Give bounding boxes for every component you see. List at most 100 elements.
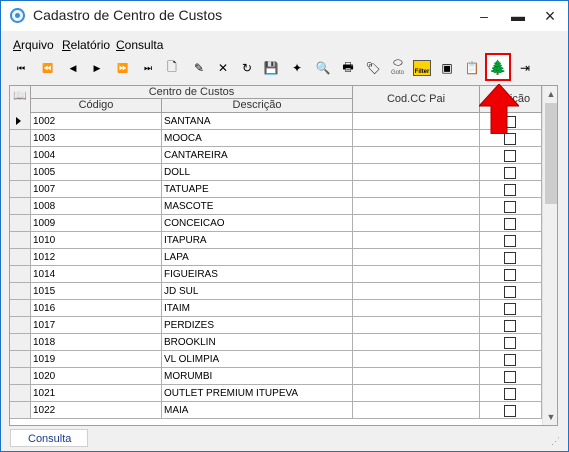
table-row[interactable]: 1014 FIGUEIRAS <box>10 266 542 283</box>
table-row[interactable]: 1018 BROOKLIN <box>10 334 542 351</box>
cell-cod-cc-pai[interactable] <box>353 300 480 317</box>
cell-codigo[interactable]: 1020 <box>31 368 162 385</box>
scroll-up-icon[interactable]: ▲ <box>543 86 557 102</box>
posicao-checkbox[interactable] <box>504 252 516 264</box>
cell-codigo[interactable]: 1019 <box>31 351 162 368</box>
cell-codigo[interactable]: 1005 <box>31 164 162 181</box>
cell-cod-cc-pai[interactable] <box>353 334 480 351</box>
table-row[interactable]: 1016 ITAIM <box>10 300 542 317</box>
goto-button[interactable]: ⬭ Goto <box>387 57 409 78</box>
cell-descricao[interactable]: SANTANA <box>162 113 353 130</box>
cell-codigo[interactable]: 1003 <box>31 130 162 147</box>
wand-icon[interactable]: ✦ <box>286 58 308 78</box>
posicao-checkbox[interactable] <box>504 269 516 281</box>
cell-descricao[interactable]: VL OLIMPIA <box>162 351 353 368</box>
row-indicator[interactable] <box>10 402 31 419</box>
cell-codigo[interactable]: 1012 <box>31 249 162 266</box>
row-indicator[interactable] <box>10 283 31 300</box>
row-indicator[interactable] <box>10 164 31 181</box>
posicao-checkbox[interactable] <box>504 320 516 332</box>
table-row[interactable]: 1012 LAPA <box>10 249 542 266</box>
cell-posicao[interactable] <box>480 334 542 351</box>
posicao-checkbox[interactable] <box>504 218 516 230</box>
cell-codigo[interactable]: 1007 <box>31 181 162 198</box>
resize-grip-icon[interactable]: ⋰ <box>551 436 561 446</box>
menu-arquivo[interactable]: Arquivo <box>13 38 54 52</box>
edit-record-icon[interactable]: ✎ <box>188 58 210 78</box>
menu-relatorio[interactable]: Relatório <box>62 38 110 52</box>
cell-cod-cc-pai[interactable] <box>353 385 480 402</box>
col-header-descricao[interactable]: Descrição <box>162 99 353 113</box>
posicao-checkbox[interactable] <box>504 150 516 162</box>
table-row[interactable]: 1022 MAIA <box>10 402 542 419</box>
cell-descricao[interactable]: CONCEICAO <box>162 215 353 232</box>
row-indicator[interactable] <box>10 368 31 385</box>
cell-descricao[interactable]: MOOCA <box>162 130 353 147</box>
status-tab-consulta[interactable]: Consulta <box>10 429 88 447</box>
cell-codigo[interactable]: 1016 <box>31 300 162 317</box>
row-indicator[interactable] <box>10 249 31 266</box>
cell-codigo[interactable]: 1014 <box>31 266 162 283</box>
cell-posicao[interactable] <box>480 164 542 181</box>
menu-consulta[interactable]: Consulta <box>116 38 163 52</box>
title-bar[interactable]: Cadastro de Centro de Custos – ▬ × <box>1 1 568 31</box>
col-header-codigo[interactable]: Código <box>31 99 162 113</box>
cell-descricao[interactable]: TATUAPE <box>162 181 353 198</box>
minimize-button[interactable]: – <box>467 1 501 31</box>
row-indicator[interactable] <box>10 351 31 368</box>
row-indicator[interactable] <box>10 130 31 147</box>
table-row[interactable]: 1015 JD SUL <box>10 283 542 300</box>
first-record-icon[interactable]: ⏮ <box>10 58 32 78</box>
prev-record-icon[interactable]: ◀ <box>62 58 84 78</box>
last-record-icon[interactable]: ⏭ <box>137 58 159 78</box>
new-record-icon[interactable]: 🗋 <box>161 58 183 78</box>
cell-cod-cc-pai[interactable] <box>353 181 480 198</box>
cell-posicao[interactable] <box>480 402 542 419</box>
cell-posicao[interactable] <box>480 249 542 266</box>
cell-descricao[interactable]: FIGUEIRAS <box>162 266 353 283</box>
cell-posicao[interactable] <box>480 368 542 385</box>
posicao-checkbox[interactable] <box>504 337 516 349</box>
scroll-thumb[interactable] <box>545 103 557 204</box>
cell-descricao[interactable]: ITAPURA <box>162 232 353 249</box>
prev-page-icon[interactable]: ⏪ <box>37 58 59 78</box>
posicao-checkbox[interactable] <box>504 354 516 366</box>
next-page-icon[interactable]: ⏩ <box>112 58 134 78</box>
cell-posicao[interactable] <box>480 266 542 283</box>
cell-posicao[interactable] <box>480 351 542 368</box>
cell-descricao[interactable]: CANTAREIRA <box>162 147 353 164</box>
posicao-checkbox[interactable] <box>504 184 516 196</box>
cell-cod-cc-pai[interactable] <box>353 351 480 368</box>
cell-posicao[interactable] <box>480 232 542 249</box>
cell-posicao[interactable] <box>480 215 542 232</box>
table-row[interactable]: 1020 MORUMBI <box>10 368 542 385</box>
cell-cod-cc-pai[interactable] <box>353 232 480 249</box>
row-indicator[interactable] <box>10 198 31 215</box>
cell-descricao[interactable]: OUTLET PREMIUM ITUPEVA <box>162 385 353 402</box>
row-indicator[interactable] <box>10 147 31 164</box>
cell-descricao[interactable]: MAIA <box>162 402 353 419</box>
cell-codigo[interactable]: 1002 <box>31 113 162 130</box>
tag-icon[interactable]: 🏷 <box>362 58 384 78</box>
row-indicator[interactable] <box>10 181 31 198</box>
cell-posicao[interactable] <box>480 283 542 300</box>
row-indicator[interactable] <box>10 232 31 249</box>
export-icon[interactable]: 📋 <box>461 58 483 78</box>
maximize-button[interactable]: ▬ <box>501 1 535 31</box>
row-indicator[interactable] <box>10 317 31 334</box>
posicao-checkbox[interactable] <box>504 388 516 400</box>
cell-descricao[interactable]: MASCOTE <box>162 198 353 215</box>
row-indicator[interactable] <box>10 266 31 283</box>
cell-codigo[interactable]: 1010 <box>31 232 162 249</box>
cell-descricao[interactable]: PERDIZES <box>162 317 353 334</box>
table-row[interactable]: 1009 CONCEICAO <box>10 215 542 232</box>
tree-view-button[interactable]: 🌲 <box>485 53 511 81</box>
cell-codigo[interactable]: 1017 <box>31 317 162 334</box>
posicao-checkbox[interactable] <box>504 235 516 247</box>
table-row[interactable]: 1017 PERDIZES <box>10 317 542 334</box>
scroll-down-icon[interactable]: ▼ <box>543 409 557 425</box>
row-indicator[interactable] <box>10 334 31 351</box>
posicao-checkbox[interactable] <box>504 201 516 213</box>
cell-descricao[interactable]: ITAIM <box>162 300 353 317</box>
cell-cod-cc-pai[interactable] <box>353 130 480 147</box>
